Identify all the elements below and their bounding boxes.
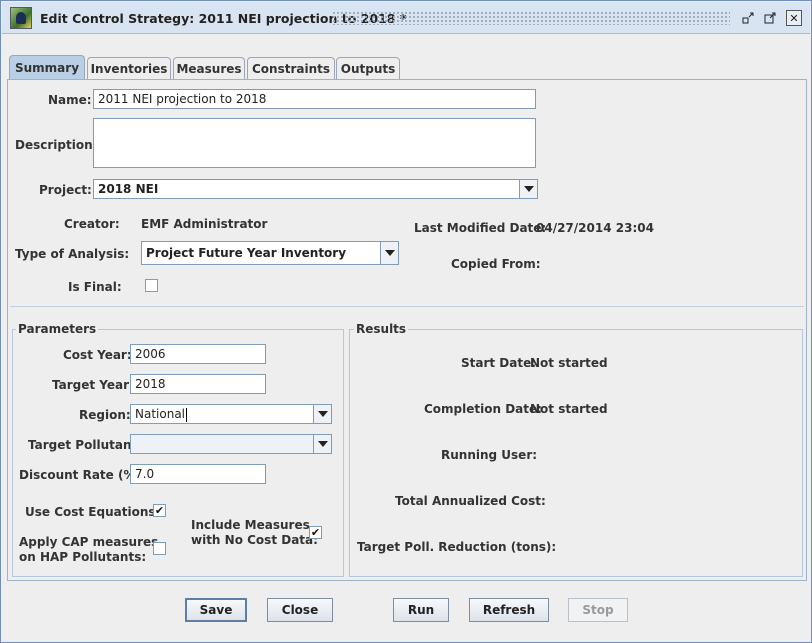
region-dropdown-icon[interactable] (313, 405, 331, 423)
discount-rate-label: Discount Rate (%): (19, 468, 146, 482)
target-poll-reduction-label: Target Poll. Reduction (tons): (357, 540, 557, 554)
apply-cap-label-line2: on HAP Pollutants: (19, 550, 147, 564)
tab-measures[interactable]: Measures (173, 57, 245, 79)
close-icon[interactable]: ✕ (786, 10, 802, 26)
copied-from-label: Copied From: (451, 257, 541, 271)
completion-date-label: Completion Date: (424, 402, 542, 416)
type-of-analysis-label: Type of Analysis: (15, 247, 130, 261)
region-label: Region: (79, 408, 131, 422)
project-label: Project: (39, 183, 92, 197)
save-button[interactable]: Save (185, 598, 247, 622)
use-cost-equations-label: Use Cost Equations: (25, 505, 161, 519)
section-divider (10, 306, 804, 307)
target-year-field[interactable]: 2018 (130, 374, 266, 394)
target-year-label: Target Year: (52, 378, 134, 392)
include-measures-label-line1: Include Measures (191, 518, 310, 532)
maximize-icon[interactable] (762, 10, 778, 26)
parameters-title: Parameters (16, 322, 99, 336)
description-field[interactable] (93, 118, 536, 168)
type-of-analysis-combo[interactable]: Project Future Year Inventory (141, 241, 399, 265)
results-title: Results (354, 322, 409, 336)
close-button[interactable]: Close (267, 598, 333, 622)
tab-constraints[interactable]: Constraints (247, 57, 335, 79)
edit-control-strategy-window: Edit Control Strategy: 2011 NEI projecti… (0, 0, 812, 643)
region-combo[interactable]: National (130, 404, 332, 424)
last-modified-value: 04/27/2014 23:04 (536, 221, 654, 235)
completion-date-value: Not started (530, 402, 608, 416)
tab-outputs[interactable]: Outputs (336, 57, 400, 79)
run-button[interactable]: Run (393, 598, 449, 622)
is-final-checkbox[interactable] (145, 279, 158, 292)
include-measures-label-line2: with No Cost Data: (191, 533, 318, 547)
type-of-analysis-dropdown-icon[interactable] (380, 242, 398, 264)
total-annualized-cost-label: Total Annualized Cost: (395, 494, 546, 508)
project-value: 2018 NEI (98, 182, 159, 196)
description-label: Description: (15, 138, 98, 152)
title-bar[interactable]: Edit Control Strategy: 2011 NEI projecti… (2, 2, 810, 34)
stop-button[interactable]: Stop (568, 598, 628, 622)
cost-year-field[interactable]: 2006 (130, 344, 266, 364)
start-date-label: Start Date: (461, 356, 537, 370)
tab-inventories[interactable]: Inventories (87, 57, 171, 79)
creator-label: Creator: (64, 217, 120, 231)
title-bar-grip (332, 11, 730, 25)
running-user-label: Running User: (441, 448, 538, 462)
apply-cap-checkbox[interactable] (153, 542, 166, 555)
start-date-value: Not started (530, 356, 608, 370)
project-combo[interactable]: 2018 NEI (93, 179, 538, 199)
include-measures-checkbox[interactable]: ✔ (309, 526, 322, 539)
last-modified-label: Last Modified Date: (414, 221, 547, 235)
target-pollutant-combo[interactable] (130, 434, 332, 454)
region-value: National (135, 407, 188, 422)
app-icon (10, 7, 32, 29)
creator-value: EMF Administrator (141, 217, 268, 231)
summary-panel: Name: 2011 NEI projection to 2018 Descri… (7, 79, 807, 581)
minimize-icon[interactable] (740, 10, 756, 26)
project-dropdown-icon[interactable] (519, 180, 537, 198)
discount-rate-field[interactable]: 7.0 (130, 464, 266, 484)
name-label: Name: (48, 93, 92, 107)
type-of-analysis-value: Project Future Year Inventory (146, 246, 347, 260)
cost-year-label: Cost Year: (63, 348, 132, 362)
is-final-label: Is Final: (68, 280, 122, 294)
target-pollutant-label: Target Pollutant: (28, 438, 143, 452)
refresh-button[interactable]: Refresh (469, 598, 549, 622)
target-pollutant-dropdown-icon[interactable] (313, 435, 331, 453)
use-cost-equations-checkbox[interactable]: ✔ (153, 504, 166, 517)
name-field[interactable]: 2011 NEI projection to 2018 (93, 89, 536, 109)
apply-cap-label-line1: Apply CAP measures (19, 535, 159, 549)
tab-summary[interactable]: Summary (9, 55, 85, 79)
